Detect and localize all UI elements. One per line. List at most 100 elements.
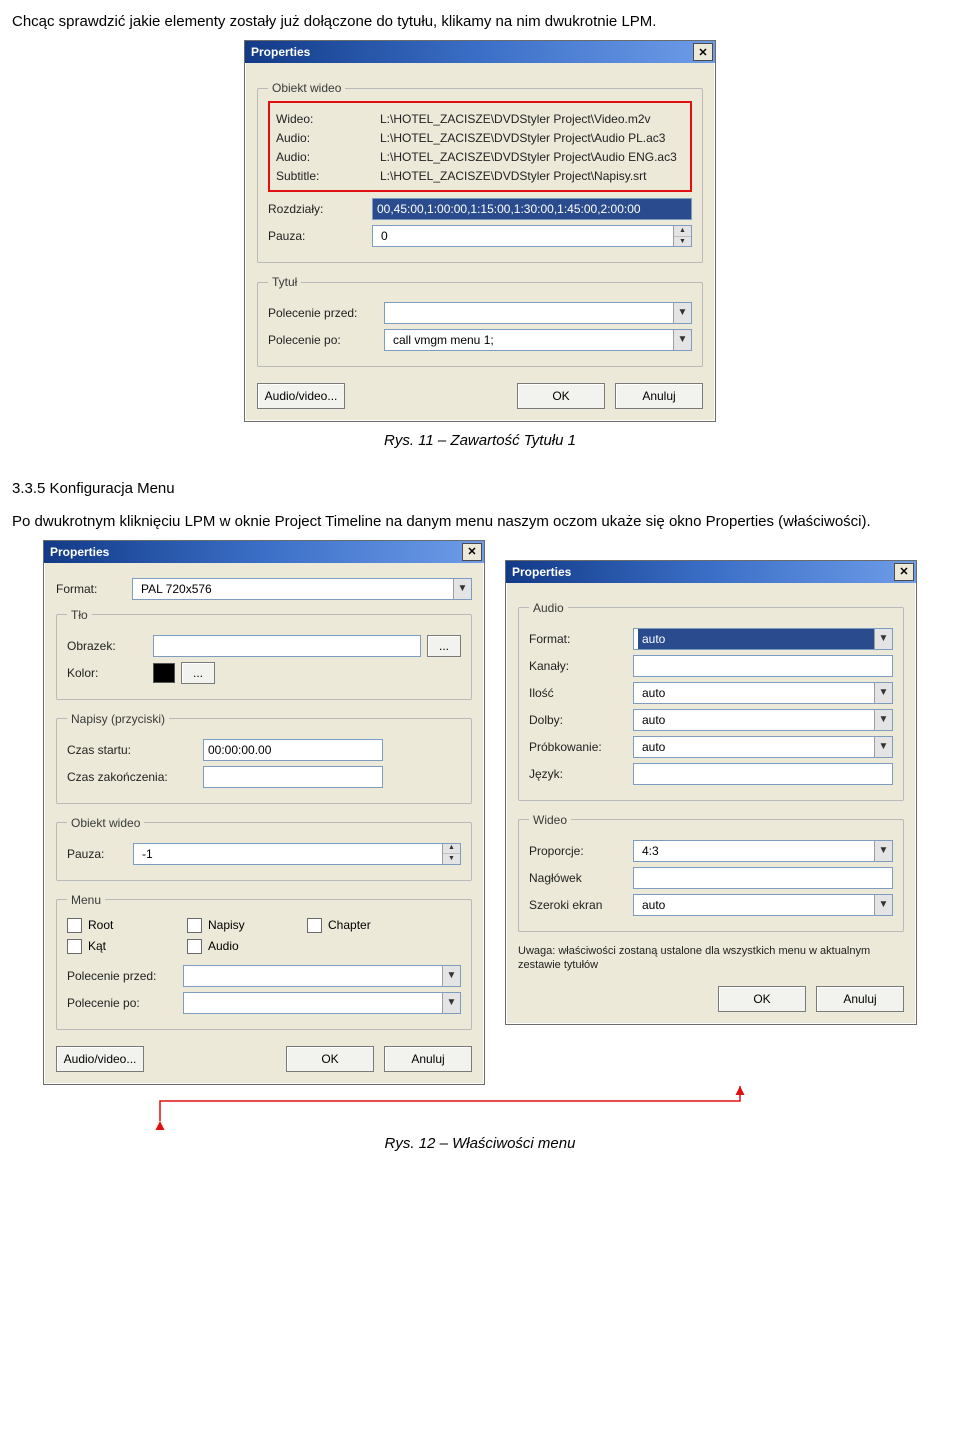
chevron-down-icon[interactable]: ▼ [442,966,460,986]
color-swatch[interactable] [153,663,175,683]
input-audio-ilosc[interactable]: auto▼ [633,682,893,704]
label-kolor: Kolor: [67,666,147,680]
label-polecenie-przed: Polecenie przed: [268,306,378,320]
input-szeroki-ekran-value: auto [638,895,874,915]
checkbox-chapter[interactable]: Chapter [307,918,427,933]
label-czas-zakonczenia: Czas zakończenia: [67,770,197,784]
input-pauza[interactable]: -1 ▲▼ [133,843,461,865]
input-rozdzialy-value: 00,45:00,1:00:00,1:15:00,1:30:00,1:45:00… [377,202,641,216]
input-proporcje[interactable]: 4:3▼ [633,840,893,862]
chevron-down-icon[interactable]: ▼ [874,683,892,703]
chevron-down-icon[interactable]: ▼ [874,737,892,757]
group-napisy-przyciski: Napisy (przyciski) Czas startu: 00:00:00… [56,712,472,804]
label-audio-ilosc: Ilość [529,686,627,700]
checkbox-audio[interactable]: Audio [187,939,307,954]
chevron-down-icon[interactable]: ▼ [874,895,892,915]
label-czas-startu: Czas startu: [67,743,197,757]
checkbox-napisy[interactable]: Napisy [187,918,307,933]
input-format-value: PAL 720x576 [137,579,453,599]
spinner-icon[interactable]: ▲▼ [442,844,460,864]
ok-button[interactable]: OK [718,986,806,1012]
chevron-down-icon[interactable]: ▼ [874,629,892,649]
label-pauza: Pauza: [268,229,366,243]
chevron-down-icon[interactable]: ▼ [874,841,892,861]
group-obiekt-wideo: Obiekt wideo Pauza: -1 ▲▼ [56,816,472,881]
input-naglowek[interactable] [633,867,893,889]
intro-paragraph-2: Po dwukrotnym kliknięciu LPM w oknie Pro… [12,512,948,532]
input-polecenie-przed[interactable]: ▼ [384,302,692,324]
checkbox-root[interactable]: Root [67,918,187,933]
input-pauza-value: -1 [138,844,442,864]
cancel-button[interactable]: Anuluj [615,383,703,409]
browse-button[interactable]: ... [427,635,461,657]
ok-button[interactable]: OK [286,1046,374,1072]
figure-caption-11: Rys. 11 – Zawartość Tytułu 1 [12,432,948,449]
input-polecenie-po[interactable]: ▼ [183,992,461,1014]
spinner-icon[interactable]: ▲▼ [673,226,691,246]
group-legend: Wideo [529,813,571,827]
input-pauza[interactable]: 0 ▲▼ [372,225,692,247]
cancel-button[interactable]: Anuluj [816,986,904,1012]
input-pauza-value: 0 [377,226,673,246]
input-format[interactable]: PAL 720x576 ▼ [132,578,472,600]
input-audio-kanaly[interactable] [633,655,893,677]
ok-button[interactable]: OK [517,383,605,409]
group-legend: Tytuł [268,275,301,289]
group-legend: Tło [67,608,92,622]
audio-video-button[interactable]: Audio/video... [56,1046,144,1072]
close-icon[interactable]: ✕ [693,43,713,61]
label-wideo: Wideo: [276,112,374,126]
group-audio: Audio Format: auto▼ Kanały: Ilość auto▼ … [518,601,904,801]
section-heading-335: 3.3.5 Konfiguracja Menu [12,479,948,499]
titlebar[interactable]: Properties ✕ [245,41,715,63]
group-menu: Menu Root Napisy Chapter Kąt Audio Polec… [56,893,472,1030]
group-legend: Napisy (przyciski) [67,712,169,726]
close-icon[interactable]: ✕ [894,563,914,581]
group-legend: Obiekt wideo [268,81,345,95]
dialog-properties-menu-left: Properties ✕ Format: PAL 720x576 ▼ Tło O… [43,540,485,1085]
input-rozdzialy[interactable]: 00,45:00,1:00:00,1:15:00,1:30:00,1:45:00… [372,198,692,220]
input-audio-dolby[interactable]: auto▼ [633,709,893,731]
titlebar[interactable]: Properties ✕ [44,541,484,563]
chevron-down-icon[interactable]: ▼ [673,303,691,323]
connector-arrows [40,1081,920,1131]
label-naglowek: Nagłówek [529,871,627,885]
figure-caption-12: Rys. 12 – Właściwości menu [12,1135,948,1152]
input-polecenie-po[interactable]: call vmgm menu 1; ▼ [384,329,692,351]
audio-video-button[interactable]: Audio/video... [257,383,345,409]
label-polecenie-po: Polecenie po: [67,996,177,1010]
label-proporcje: Proporcje: [529,844,627,858]
input-szeroki-ekran[interactable]: auto▼ [633,894,893,916]
input-czas-zakonczenia[interactable] [203,766,383,788]
value-audio1: L:\HOTEL_ZACISZE\DVDStyler Project\Audio… [380,131,684,145]
checkbox-kat[interactable]: Kąt [67,939,187,954]
cancel-button[interactable]: Anuluj [384,1046,472,1072]
input-polecenie-przed[interactable]: ▼ [183,965,461,987]
label-subtitle: Subtitle: [276,169,374,183]
input-audio-jezyk[interactable] [633,763,893,785]
close-icon[interactable]: ✕ [462,543,482,561]
value-subtitle: L:\HOTEL_ZACISZE\DVDStyler Project\Napis… [380,169,684,183]
titlebar[interactable]: Properties ✕ [506,561,916,583]
label-format: Format: [56,582,126,596]
label-rozdzialy: Rozdziały: [268,202,366,216]
label-audio1: Audio: [276,131,374,145]
input-czas-startu[interactable]: 00:00:00.00 [203,739,383,761]
label-audio-kanaly: Kanały: [529,659,627,673]
label-audio2: Audio: [276,150,374,164]
chevron-down-icon[interactable]: ▼ [453,579,471,599]
input-audio-format[interactable]: auto▼ [633,628,893,650]
label-polecenie-przed: Polecenie przed: [67,969,177,983]
group-legend: Menu [67,893,105,907]
input-obrazek[interactable] [153,635,421,657]
chevron-down-icon[interactable]: ▼ [442,993,460,1013]
chevron-down-icon[interactable]: ▼ [673,330,691,350]
label-audio-probkowanie: Próbkowanie: [529,740,627,754]
highlight-box: Wideo: L:\HOTEL_ZACISZE\DVDStyler Projec… [268,101,692,192]
input-audio-probkowanie[interactable]: auto▼ [633,736,893,758]
group-tlo: Tło Obrazek: ... Kolor: ... [56,608,472,700]
input-audio-format-value: auto [638,629,874,649]
chevron-down-icon[interactable]: ▼ [874,710,892,730]
warning-note: Uwaga: właściwości zostaną ustalone dla … [518,944,904,973]
color-browse-button[interactable]: ... [181,662,215,684]
